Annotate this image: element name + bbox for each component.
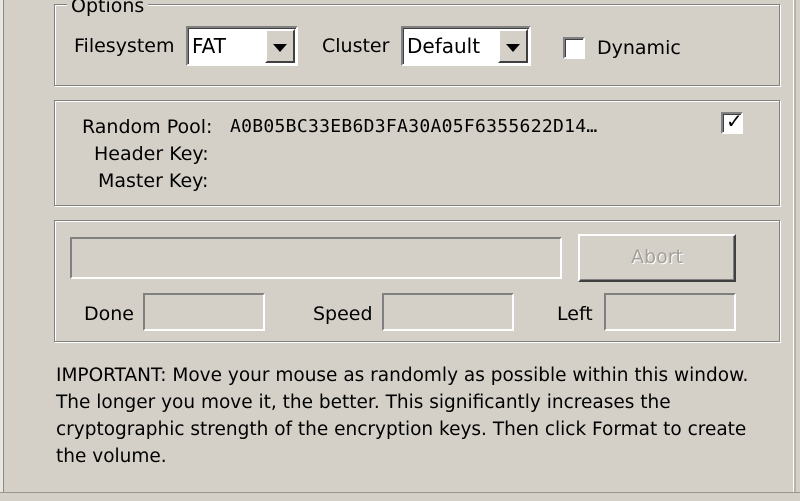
filesystem-value: FAT [192, 34, 227, 58]
master-key-label: Master Key: [98, 170, 209, 192]
random-pool-display-checkbox[interactable]: ✓ [721, 109, 743, 134]
speed-field [382, 293, 514, 331]
checkmark-icon: ✓ [726, 109, 743, 133]
cluster-value: Default [407, 34, 481, 58]
header-key-label: Header Key: [94, 143, 209, 165]
cluster-select[interactable]: Default [401, 26, 531, 66]
important-note: IMPORTANT: Move your mouse as randomly a… [56, 365, 749, 467]
done-field [143, 293, 265, 331]
filesystem-select[interactable]: FAT [186, 26, 298, 66]
abort-button[interactable]: Abort [578, 234, 736, 282]
left-field [604, 293, 736, 331]
chevron-down-icon [506, 44, 520, 52]
cluster-dropdown-button[interactable] [498, 29, 528, 63]
dynamic-checkbox[interactable] [563, 37, 585, 59]
window-right-edge [793, 0, 800, 500]
chevron-down-icon [273, 44, 287, 52]
filesystem-label: Filesystem [74, 35, 175, 57]
dynamic-label[interactable]: Dynamic [597, 37, 681, 59]
speed-label: Speed [313, 303, 373, 325]
window-left-edge [0, 0, 4, 500]
random-pool-value: A0B05BC33EB6D3FA30A05F6355622D14… [230, 116, 598, 137]
options-legend: Options [67, 0, 149, 16]
progress-bar [70, 237, 562, 279]
random-pool-label: Random Pool: [82, 116, 213, 138]
done-label: Done [84, 303, 134, 325]
filesystem-dropdown-button[interactable] [265, 29, 295, 63]
cluster-label: Cluster [322, 35, 390, 57]
left-label: Left [557, 303, 593, 325]
